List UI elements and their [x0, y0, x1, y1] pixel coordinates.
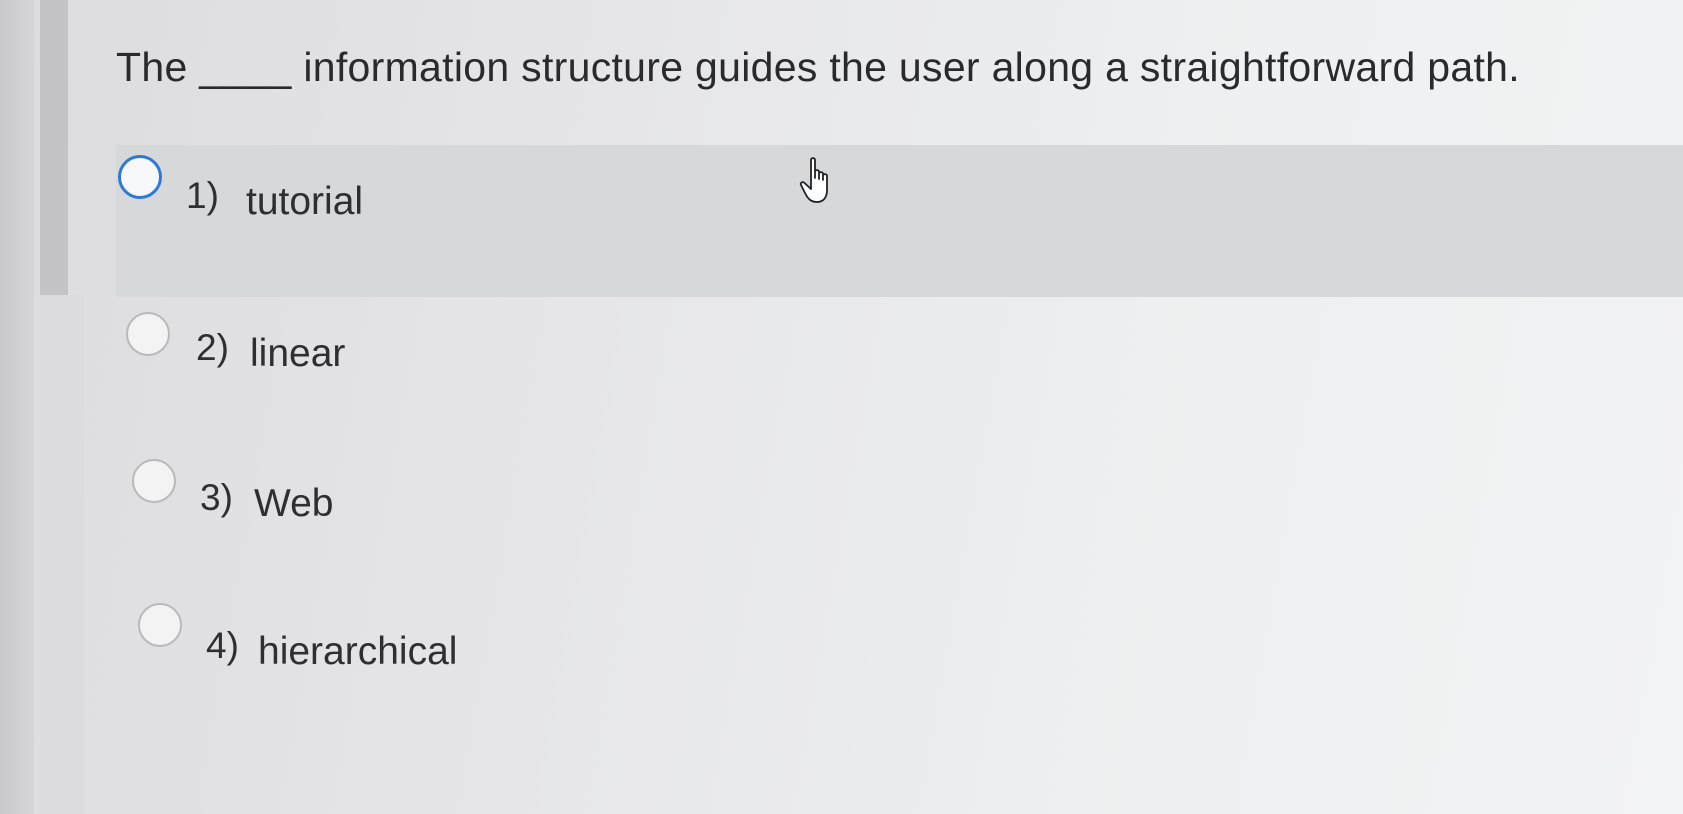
answer-label: linear — [250, 332, 346, 375]
radio-button[interactable] — [118, 155, 162, 199]
radio-button[interactable] — [126, 312, 170, 356]
answer-option-1[interactable]: 1) tutorial — [116, 145, 1683, 297]
rail-lower — [40, 295, 84, 814]
answer-number: 3) — [200, 477, 233, 518]
answer-label: hierarchical — [258, 630, 458, 673]
answer-option-2[interactable]: 2) linear — [116, 297, 1683, 447]
answer-number: 4) — [206, 625, 239, 666]
answer-number: 1) — [186, 175, 219, 216]
answer-list: 1) tutorial 2) linear 3) Web 4) hierarch… — [116, 145, 1683, 747]
question-marker — [40, 0, 68, 295]
radio-button[interactable] — [132, 459, 176, 503]
answer-option-3[interactable]: 3) Web — [116, 447, 1683, 597]
question-text: The ____ information structure guides th… — [116, 44, 1520, 90]
left-rail — [0, 0, 34, 814]
radio-button[interactable] — [138, 603, 182, 647]
answer-label: Web — [254, 482, 334, 525]
answer-option-4[interactable]: 4) hierarchical — [116, 597, 1683, 747]
answer-number: 2) — [196, 327, 229, 368]
answer-label: tutorial — [246, 180, 364, 223]
hand-pointer-icon — [799, 157, 828, 203]
